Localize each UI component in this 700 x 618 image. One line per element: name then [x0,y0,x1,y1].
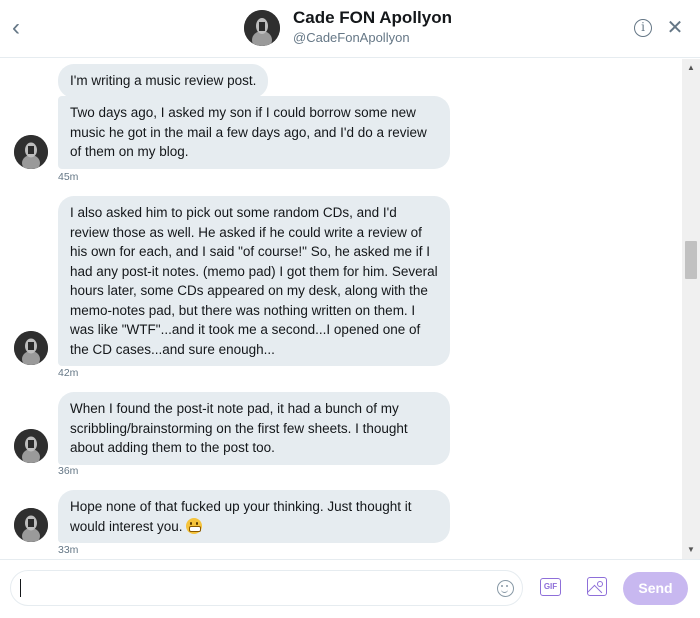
info-icon[interactable]: i [634,19,652,37]
message-text: Two days ago, I asked my son if I could … [70,105,427,159]
contact-handle: @CadeFonApollyon [293,30,410,45]
message-timestamp: 42m [58,367,79,379]
text-caret [20,579,21,597]
avatar[interactable] [14,331,48,365]
header-avatar[interactable] [244,10,280,46]
message-text: Hope none of that fucked up your thinkin… [70,499,412,534]
avatar[interactable] [14,135,48,169]
avatar-image [14,429,48,463]
scroll-up-arrow-icon[interactable]: ▲ [682,59,700,77]
scroll-thumb[interactable] [685,241,697,279]
message-text: I also asked him to pick out some random… [70,205,438,357]
close-icon[interactable]: ✕ [666,16,684,40]
message-list: I'm writing a music review post. Two day… [0,59,682,559]
contact-name[interactable]: Cade FON Apollyon [293,8,452,28]
avatar-image [14,508,48,542]
message-timestamp: 33m [58,544,79,556]
message-timestamp: 45m [58,171,79,183]
message-timestamp: 36m [58,465,79,477]
message-input[interactable] [19,577,489,599]
avatar[interactable] [14,429,48,463]
message-bubble: I'm writing a music review post. [58,64,269,98]
message-bubble: I also asked him to pick out some random… [58,196,450,366]
message-bubble: Two days ago, I asked my son if I could … [58,96,450,169]
message-text: When I found the post-it note pad, it ha… [70,401,408,455]
message-composer: GIF Send [0,559,700,618]
avatar-image [244,10,280,46]
avatar-image [14,331,48,365]
chevron-left-icon: ‹ [12,14,20,41]
gif-button[interactable]: GIF [540,578,561,596]
smiley-icon[interactable] [497,580,514,597]
image-icon[interactable] [587,577,607,596]
avatar-image [14,135,48,169]
send-button[interactable]: Send [623,572,688,605]
scrollbar[interactable]: ▲ ▼ [682,59,700,559]
scroll-down-arrow-icon[interactable]: ▼ [682,541,700,559]
message-input-container[interactable] [10,570,523,606]
back-button[interactable]: ‹ [12,14,34,42]
message-bubble: Hope none of that fucked up your thinkin… [58,490,450,543]
grimacing-face-emoji [186,517,203,534]
message-text: I'm writing a music review post. [70,73,257,88]
message-bubble: When I found the post-it note pad, it ha… [58,392,450,465]
avatar[interactable] [14,508,48,542]
conversation-header: ‹ Cade FON Apollyon @CadeFonApollyon i ✕ [0,0,700,58]
